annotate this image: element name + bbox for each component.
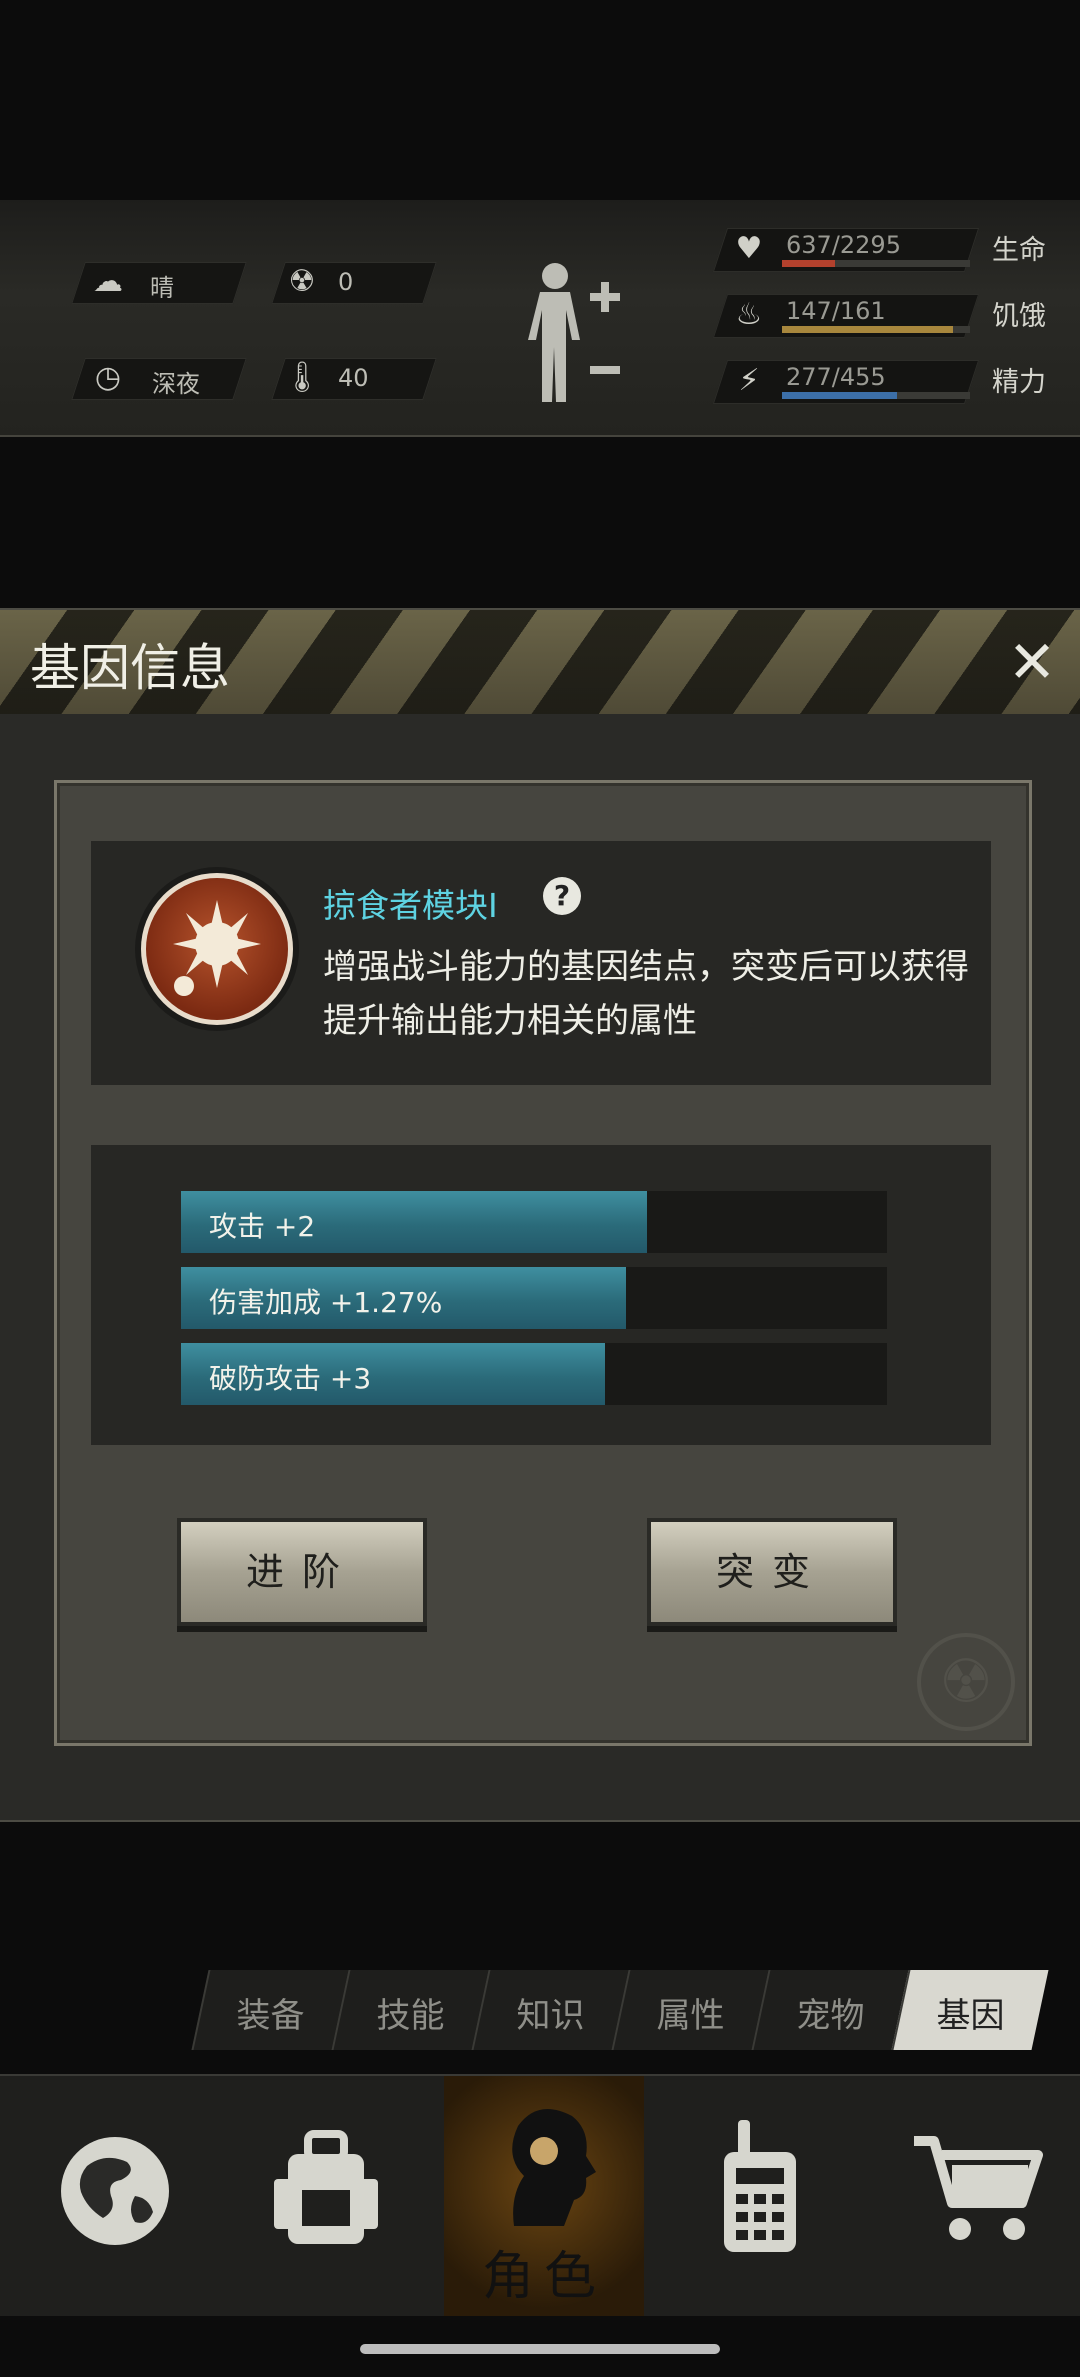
stat-row: ♨ 147/161 饥饿 <box>712 294 1060 340</box>
radiation-value: 0 <box>338 268 354 296</box>
radiation-icon: ☢ <box>288 264 316 299</box>
nav-radio[interactable] <box>660 2076 860 2316</box>
attribute-row: 伤害加成 +1.27% <box>181 1267 887 1329</box>
stat-row: ♥ 637/2295 生命 <box>712 228 1060 274</box>
bottom-nav: 角色 <box>0 2074 1080 2316</box>
stat-bar <box>782 260 970 267</box>
temperature-value: 40 <box>338 364 369 392</box>
tab-5[interactable]: 基因 <box>891 1970 1049 2050</box>
attribute-row: 攻击 +2 <box>181 1191 887 1253</box>
help-icon[interactable]: ? <box>543 877 581 915</box>
stomach-icon: ♨ <box>735 297 763 332</box>
gene-description-line: 增强战斗能力的基因结点，突变后可以获得 <box>323 947 969 987</box>
gene-info-modal: 基因信息 ✕ 掠食者模块Ⅰ ? 增强战斗能力的基因结点，突变后可以获得 提升输出… <box>0 608 1080 1822</box>
stat-bar-fill <box>782 392 897 399</box>
nav-character-label: 角色 <box>481 2247 606 2307</box>
predator-gene-icon <box>141 873 293 1025</box>
nav-shop[interactable] <box>880 2076 1080 2316</box>
nav-world[interactable] <box>10 2076 210 2316</box>
tab-label: 装备 <box>236 1996 305 2036</box>
cart-icon <box>914 2136 1043 2240</box>
stat-label: 生命 <box>992 235 1046 266</box>
stat-value: 637/2295 <box>786 231 901 259</box>
gene-description-line: 提升输出能力相关的属性 <box>323 1001 697 1041</box>
thermometer-icon: 🌡 <box>282 360 322 395</box>
stat-bar-fill <box>782 326 954 333</box>
attribute-list: 攻击 +2 伤害加成 +1.27% 破防攻击 +3 <box>91 1145 991 1445</box>
weather-text: 晴 <box>150 274 174 302</box>
gene-summary: 掠食者模块Ⅰ ? 增强战斗能力的基因结点，突变后可以获得 提升输出能力相关的属性 <box>91 841 991 1085</box>
modal-title: 基因信息 <box>30 639 230 697</box>
stat-bar <box>782 326 970 333</box>
body-figure-icon[interactable] <box>520 258 630 408</box>
tab-label: 基因 <box>936 1996 1005 2036</box>
stat-value: 147/161 <box>786 297 886 325</box>
modal-header: 基因信息 ✕ <box>0 610 1080 714</box>
tab-4[interactable]: 宠物 <box>751 1970 909 2050</box>
advance-button[interactable]: 进阶 <box>177 1518 427 1626</box>
nav-inventory[interactable] <box>226 2076 426 2316</box>
tab-3[interactable]: 属性 <box>611 1970 769 2050</box>
globe-icon <box>61 2137 169 2245</box>
radio-icon <box>724 2120 796 2252</box>
tab-label: 知识 <box>516 1996 585 2036</box>
status-bar: ☁ 晴 ☢ 0 ◷ 深夜 🌡 40 ♥ 637/2295 生命 ♨ 147/161 饥饿 ⚡… <box>0 200 1080 437</box>
heart-icon: ♥ <box>735 231 763 266</box>
radiation-watermark-icon: ☢ <box>917 1633 1015 1731</box>
attribute-row: 破防攻击 +3 <box>181 1343 887 1405</box>
mutate-button[interactable]: 突变 <box>647 1518 897 1626</box>
nav-character[interactable]: 角色 <box>444 2076 644 2316</box>
stat-row: ⚡ 277/455 精力 <box>712 360 1060 406</box>
gene-panel: 掠食者模块Ⅰ ? 增强战斗能力的基因结点，突变后可以获得 提升输出能力相关的属性… <box>54 780 1032 1746</box>
attribute-text: 伤害加成 +1.27% <box>209 1286 443 1319</box>
tab-0[interactable]: 装备 <box>191 1970 349 2050</box>
stat-label: 饥饿 <box>992 301 1046 332</box>
close-icon[interactable]: ✕ <box>1000 632 1064 696</box>
character-icon <box>512 2108 596 2226</box>
tab-2[interactable]: 知识 <box>471 1970 629 2050</box>
minus-icon <box>590 366 620 374</box>
stat-label: 精力 <box>992 367 1046 398</box>
stat-bar-fill <box>782 260 835 267</box>
attribute-text: 攻击 +2 <box>209 1210 316 1243</box>
stat-bar <box>782 392 970 399</box>
tab-label: 属性 <box>656 1996 725 2036</box>
gene-name: 掠食者模块Ⅰ <box>323 886 498 925</box>
clock-icon: ◷ <box>94 360 122 395</box>
backpack-icon <box>274 2130 378 2244</box>
tab-label: 技能 <box>376 1996 445 2036</box>
weather-cloud-sun-icon: ☁ <box>93 264 123 299</box>
stat-value: 277/455 <box>786 363 886 391</box>
attribute-text: 破防攻击 +3 <box>209 1362 372 1395</box>
tab-label: 宠物 <box>796 1996 865 2036</box>
tab-1[interactable]: 技能 <box>331 1970 489 2050</box>
home-indicator[interactable] <box>360 2344 720 2354</box>
energy-icon: ⚡ <box>738 363 760 398</box>
character-tab-bar: 装备 技能 知识 属性 宠物 基因 <box>191 1970 1080 2050</box>
time-of-day-text: 深夜 <box>152 370 200 398</box>
